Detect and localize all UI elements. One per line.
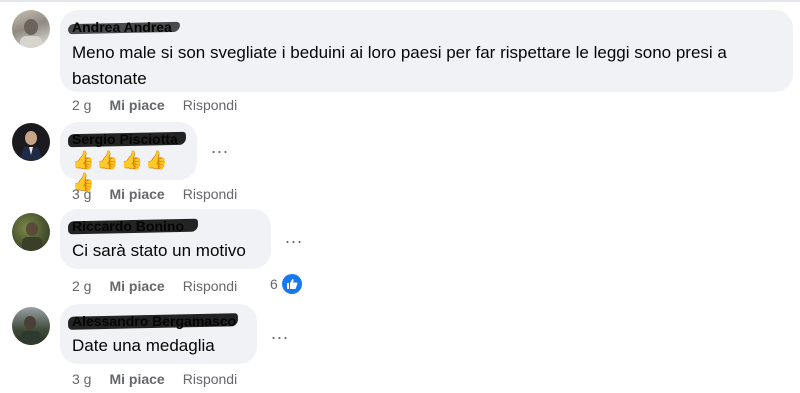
avatar[interactable]: [12, 10, 50, 48]
author-name[interactable]: Sergio Pisciotta: [67, 130, 186, 148]
reaction-summary[interactable]: 6: [270, 274, 302, 294]
more-options-icon[interactable]: ...: [211, 138, 229, 156]
author-name[interactable]: Alessandro Bergamasco: [67, 312, 239, 330]
comment-bubble: Sergio Pisciotta 👍👍👍👍👍: [60, 122, 197, 192]
more-options-icon[interactable]: ...: [271, 324, 289, 342]
comment-text: Ci sarà stato un motivo: [72, 241, 246, 260]
avatar[interactable]: [12, 123, 50, 161]
avatar-photo: [20, 19, 42, 48]
comment-actions: 3 g Mi piace Rispondi: [72, 370, 255, 388]
avatar[interactable]: [12, 213, 50, 251]
comment-actions: 3 g Mi piace Rispondi: [72, 185, 255, 203]
timestamp[interactable]: 3 g: [72, 185, 91, 203]
avatar[interactable]: [12, 307, 50, 345]
avatar-photo: [19, 131, 43, 161]
like-button[interactable]: Mi piace: [109, 277, 164, 295]
like-reaction-icon: [281, 274, 302, 294]
avatar-photo: [21, 316, 41, 345]
comment-actions: 2 g Mi piace Rispondi: [72, 96, 255, 114]
more-options-icon[interactable]: ...: [285, 228, 303, 246]
timestamp[interactable]: 2 g: [72, 277, 91, 295]
reply-button[interactable]: Rispondi: [183, 185, 237, 203]
comment-actions: 2 g Mi piace Rispondi: [72, 277, 255, 295]
like-button[interactable]: Mi piace: [109, 370, 164, 388]
timestamp[interactable]: 2 g: [72, 96, 91, 114]
like-button[interactable]: Mi piace: [109, 185, 164, 203]
reply-button[interactable]: Rispondi: [183, 370, 237, 388]
comment-bubble: Andrea Andrea Meno male si son svegliate…: [60, 10, 793, 92]
comment-bubble: Alessandro Bergamasco Date una medaglia: [60, 304, 257, 364]
reply-button[interactable]: Rispondi: [183, 96, 237, 114]
author-name[interactable]: Riccardo Bonino: [67, 217, 199, 235]
comment-text: Date una medaglia: [72, 336, 215, 355]
reaction-count: 6: [270, 276, 278, 292]
author-name[interactable]: Andrea Andrea: [67, 18, 180, 36]
divider: [0, 0, 800, 2]
timestamp[interactable]: 3 g: [72, 370, 91, 388]
like-button[interactable]: Mi piace: [109, 96, 164, 114]
comment-bubble: Riccardo Bonino Ci sarà stato un motivo: [60, 209, 271, 269]
reply-button[interactable]: Rispondi: [183, 277, 237, 295]
avatar-photo: [22, 222, 42, 251]
comment-text: Meno male si son svegliate i beduini ai …: [72, 43, 727, 88]
